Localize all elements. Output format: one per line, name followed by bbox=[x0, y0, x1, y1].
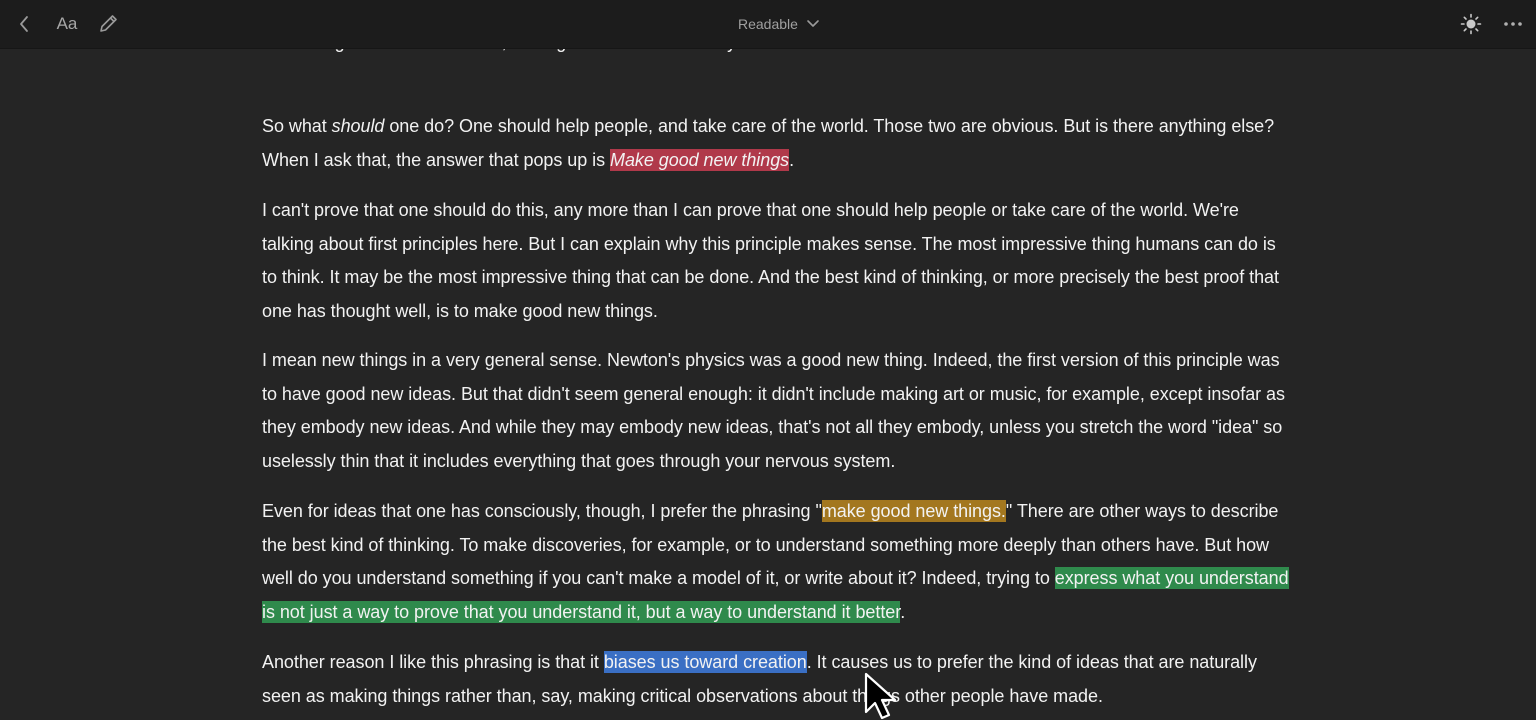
paragraph-text: Another reason I like this phrasing is t… bbox=[262, 652, 604, 672]
ellipsis-icon bbox=[1504, 22, 1522, 26]
paragraph-text: So what bbox=[262, 116, 332, 136]
highlight-red[interactable]: Make good new things bbox=[610, 148, 789, 171]
more-options-button[interactable] bbox=[1498, 8, 1528, 40]
paragraph-text: . bbox=[789, 149, 795, 170]
reader-toolbar: Aa Readable bbox=[0, 0, 1536, 49]
view-mode-selector[interactable]: Readable bbox=[738, 8, 820, 40]
back-button[interactable] bbox=[10, 8, 38, 40]
paragraph-text: I mean new things in a very general sens… bbox=[262, 350, 1285, 471]
emphasis-text: should bbox=[331, 116, 385, 136]
mouse-pointer-icon bbox=[864, 672, 897, 720]
paragraph: So what should one do? One should help p… bbox=[262, 110, 1292, 177]
article-body: something else. But once I did, I though… bbox=[262, 0, 1292, 720]
theme-toggle-button[interactable] bbox=[1456, 8, 1486, 40]
paragraph: I can't prove that one should do this, a… bbox=[262, 194, 1292, 328]
sun-icon bbox=[1460, 13, 1482, 35]
annotate-button[interactable] bbox=[94, 8, 122, 40]
paragraph: Even for ideas that one has consciously,… bbox=[262, 495, 1292, 629]
paragraph-text: I can't prove that one should do this, a… bbox=[262, 200, 1279, 321]
view-mode-label: Readable bbox=[738, 16, 798, 32]
font-settings-label: Aa bbox=[56, 14, 78, 33]
pencil-icon bbox=[100, 15, 117, 32]
font-settings-button[interactable]: Aa bbox=[52, 8, 82, 40]
paragraph-text: Even for ideas that one has consciously,… bbox=[262, 501, 822, 521]
paragraph-text: . bbox=[900, 601, 906, 622]
paragraph: I mean new things in a very general sens… bbox=[262, 344, 1292, 478]
paragraph: Another reason I like this phrasing is t… bbox=[262, 646, 1292, 713]
chevron-left-icon bbox=[20, 16, 28, 32]
chevron-down-icon bbox=[807, 20, 819, 27]
highlight-yellow[interactable]: make good new things. bbox=[821, 500, 1006, 522]
highlight-blue-selection[interactable]: biases us toward creation bbox=[603, 651, 807, 673]
